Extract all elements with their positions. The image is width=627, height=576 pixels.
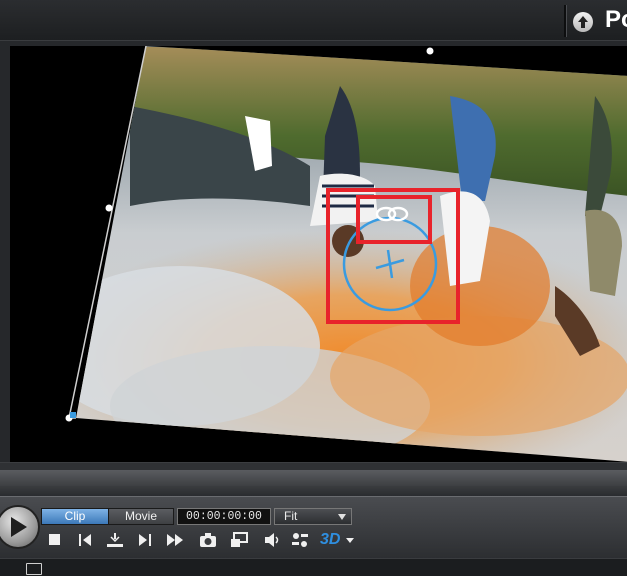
split-icon[interactable] (105, 530, 125, 550)
top-toolbar: Po (0, 0, 627, 41)
timeline-scroll-track[interactable] (0, 470, 627, 486)
play-button[interactable] (0, 505, 40, 549)
timecode-display[interactable]: 00:00:00:00 (177, 508, 271, 525)
up-arrow-icon[interactable] (573, 12, 593, 32)
fast-forward-icon[interactable] (165, 530, 185, 550)
resize-handle-left[interactable] (105, 204, 113, 212)
3d-button[interactable]: 3D (320, 530, 344, 550)
playback-controls: Clip Movie 00:00:00:00 Fit 3D (0, 496, 627, 559)
zoom-select[interactable]: Fit (274, 508, 352, 525)
stop-icon[interactable] (45, 530, 65, 550)
status-bar (0, 558, 627, 576)
panel-title-truncated: Po (605, 6, 627, 33)
timeline-track (0, 486, 627, 496)
snapshot-icon[interactable] (198, 530, 218, 550)
panel-icon[interactable] (26, 563, 42, 575)
settings-icon[interactable] (290, 530, 310, 550)
previous-frame-icon[interactable] (75, 530, 95, 550)
3d-dropdown-chevron-icon[interactable] (344, 530, 356, 550)
rotated-video-frame (65, 46, 627, 462)
tab-movie[interactable]: Movie (108, 508, 174, 525)
toolbar-separator (564, 5, 567, 37)
zoom-select-value: Fit (284, 509, 298, 523)
preview-quality-icon[interactable] (229, 530, 249, 550)
next-frame-icon[interactable] (135, 530, 155, 550)
resize-handle-top[interactable] (426, 47, 434, 55)
play-icon (11, 517, 27, 537)
volume-icon[interactable] (262, 530, 282, 550)
tab-clip[interactable]: Clip (41, 508, 109, 525)
chevron-down-icon (338, 514, 346, 520)
video-preview[interactable] (10, 46, 627, 462)
